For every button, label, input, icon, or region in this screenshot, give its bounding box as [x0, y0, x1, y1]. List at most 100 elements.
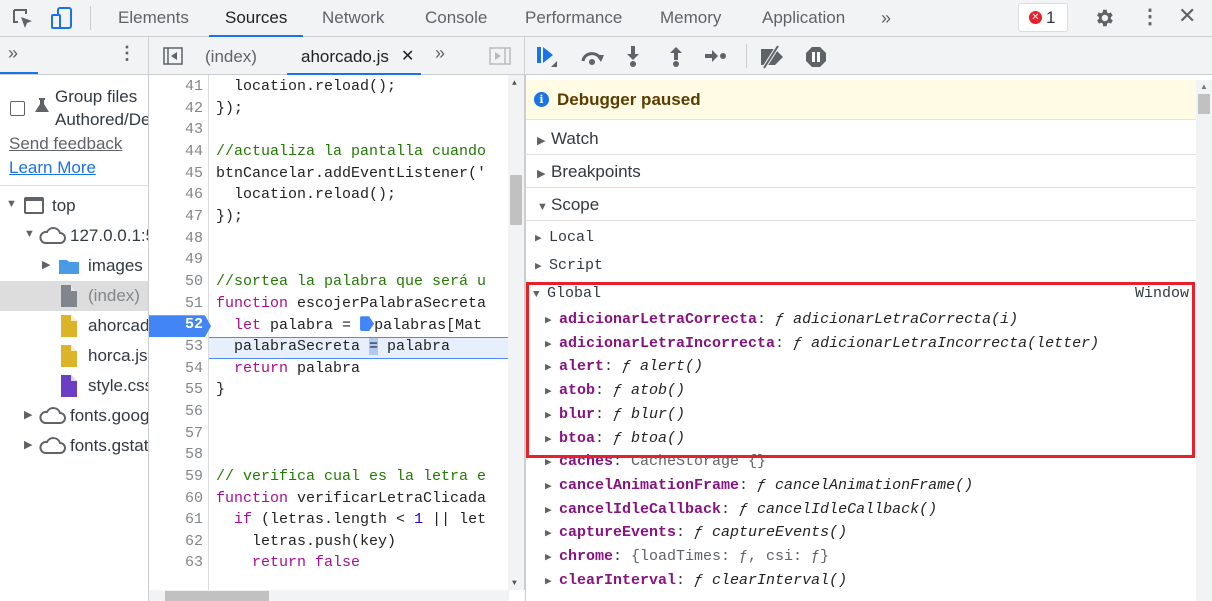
code-token: || let — [423, 511, 487, 529]
line-number[interactable]: 62 — [149, 533, 203, 550]
more-editor-tabs-icon[interactable]: » — [435, 43, 445, 64]
expand-arrow-icon[interactable]: ▶ — [545, 526, 559, 540]
section-breakpoints[interactable]: ▶ Breakpoints — [525, 155, 1196, 188]
tree-item[interactable]: ▶ fonts.gstatic.com — [0, 431, 148, 461]
tab-application[interactable]: Application — [762, 0, 845, 37]
more-options-icon[interactable]: ⋮ — [1140, 4, 1160, 29]
code-token: palabraSecreta — [216, 337, 370, 355]
editor-tab-ahorcado-js[interactable]: ahorcado.js ✕ — [287, 37, 421, 75]
code-token: } — [216, 381, 226, 399]
expand-arrow-icon[interactable]: ▶ — [545, 550, 559, 564]
scope-local[interactable]: ▶ Local — [535, 229, 594, 246]
line-number[interactable]: 49 — [149, 251, 203, 268]
tab-network[interactable]: Network — [322, 0, 384, 37]
line-number[interactable]: 53 — [149, 338, 203, 355]
group-files-checkbox[interactable] — [10, 101, 25, 116]
tab-console[interactable]: Console — [425, 0, 487, 37]
tree-item[interactable]: horca.js — [0, 341, 148, 373]
error-count-button[interactable]: ✕ 1 — [1018, 3, 1068, 32]
line-number[interactable]: 58 — [149, 446, 203, 463]
code-line: letras.push(key) — [216, 533, 396, 550]
pause-on-exceptions-icon[interactable] — [805, 46, 827, 68]
resume-icon[interactable] — [537, 47, 559, 67]
expand-arrow-icon[interactable]: ▶ — [545, 574, 559, 588]
expand-arrow-icon[interactable]: ▶ — [24, 438, 32, 451]
tab-memory[interactable]: Memory — [660, 0, 721, 37]
step-into-icon[interactable] — [626, 46, 640, 68]
global-property[interactable]: ▶ cancelIdleCallback: ƒ cancelIdleCallbac… — [545, 501, 937, 518]
line-number[interactable]: 54 — [149, 360, 203, 377]
line-number[interactable]: 41 — [149, 78, 203, 95]
line-number[interactable]: 57 — [149, 425, 203, 442]
horizontal-scrollbar[interactable] — [149, 590, 509, 601]
line-number[interactable]: 52 — [149, 316, 203, 333]
section-scope[interactable]: ▼ Scope — [525, 188, 1196, 221]
step-over-icon[interactable] — [580, 49, 606, 65]
line-number[interactable]: 43 — [149, 121, 203, 138]
expand-arrow-icon[interactable]: ▶ — [42, 258, 50, 271]
line-number[interactable]: 50 — [149, 273, 203, 290]
line-number[interactable]: 56 — [149, 403, 203, 420]
toggle-debugger-icon[interactable] — [489, 47, 511, 65]
file-icon — [60, 344, 78, 373]
tree-item[interactable]: ahorcado.js — [0, 311, 148, 341]
global-property[interactable]: ▶ clearInterval: ƒ clearInterval() — [545, 572, 847, 589]
tree-item[interactable]: ▶ fonts.googleapis.com — [0, 401, 148, 431]
expand-arrow-icon[interactable]: ▶ — [545, 503, 559, 517]
line-number[interactable]: 59 — [149, 468, 203, 485]
line-number[interactable]: 42 — [149, 100, 203, 117]
tree-item[interactable]: style.css — [0, 371, 148, 401]
global-property[interactable]: ▶ cancelAnimationFrame: ƒ cancelAnimation… — [545, 477, 973, 494]
line-number[interactable]: 61 — [149, 511, 203, 528]
property-name: chrome — [559, 548, 614, 565]
expand-arrow-icon[interactable]: ▶ — [545, 479, 559, 493]
line-number[interactable]: 51 — [149, 295, 203, 312]
code-token: location.reload(); — [216, 186, 397, 204]
navigator-menu-icon[interactable]: ⋮ — [118, 43, 136, 64]
close-tab-icon[interactable]: ✕ — [401, 46, 414, 66]
section-watch[interactable]: ▶ Watch — [525, 122, 1196, 155]
more-tabs-button[interactable]: » — [881, 0, 891, 37]
code-line: }); — [216, 100, 243, 117]
learn-more-link[interactable]: Learn More — [9, 158, 96, 178]
property-name: clearInterval — [559, 571, 677, 589]
line-number[interactable]: 48 — [149, 230, 203, 247]
line-number[interactable]: 60 — [149, 490, 203, 507]
line-number[interactable]: 47 — [149, 208, 203, 225]
sidebar-scrollbar[interactable]: ▲ — [1196, 80, 1212, 601]
tree-item[interactable]: ▼ 127.0.0.1:5500 — [0, 221, 148, 251]
expand-arrow-icon[interactable]: ▶ — [24, 408, 32, 421]
line-number[interactable]: 46 — [149, 186, 203, 203]
expand-arrow-icon[interactable]: ▼ — [24, 228, 35, 240]
close-devtools-icon[interactable]: ✕ — [1178, 3, 1196, 29]
toggle-navigator-icon[interactable] — [163, 47, 183, 65]
step-out-icon[interactable] — [669, 46, 683, 68]
inspect-element-icon[interactable] — [12, 8, 34, 30]
device-toolbar-icon[interactable] — [50, 6, 74, 30]
more-navigator-tabs-icon[interactable]: » — [8, 43, 18, 64]
tab-performance[interactable]: Performance — [525, 0, 622, 37]
tree-item[interactable]: ▶ images — [0, 251, 148, 281]
gear-icon[interactable] — [1093, 7, 1115, 29]
deactivate-breakpoints-icon[interactable] — [758, 45, 788, 69]
global-property[interactable]: ▶ captureEvents: ƒ captureEvents() — [545, 524, 847, 541]
global-property[interactable]: ▶ chrome: {loadTimes: ƒ, csi: ƒ} — [545, 548, 829, 565]
property-value: {loadTimes: ƒ, csi: ƒ} — [631, 548, 830, 565]
tab-sources[interactable]: Sources — [209, 0, 304, 37]
send-feedback-link[interactable]: Send feedback — [9, 134, 122, 154]
code-token: function — [216, 489, 289, 507]
inline-breakpoint-icon[interactable] — [360, 316, 375, 332]
line-number[interactable]: 63 — [149, 554, 203, 571]
vertical-scrollbar[interactable]: ▲ ▼ — [508, 75, 524, 590]
line-number[interactable]: 55 — [149, 381, 203, 398]
line-number[interactable]: 44 — [149, 143, 203, 160]
line-number[interactable]: 45 — [149, 165, 203, 182]
tree-item[interactable]: ▼ top — [0, 191, 148, 221]
editor-tab-index[interactable]: (index) — [205, 47, 257, 67]
tab-elements[interactable]: Elements — [118, 0, 189, 37]
tree-item[interactable]: (index) — [0, 281, 148, 311]
expand-arrow-icon[interactable]: ▼ — [6, 198, 17, 210]
scope-script[interactable]: ▶ Script — [535, 257, 603, 274]
step-icon[interactable] — [705, 49, 729, 63]
code-editor[interactable]: ▲ ▼ 40btnSalir.addEventListener("cli41 l… — [149, 75, 525, 590]
